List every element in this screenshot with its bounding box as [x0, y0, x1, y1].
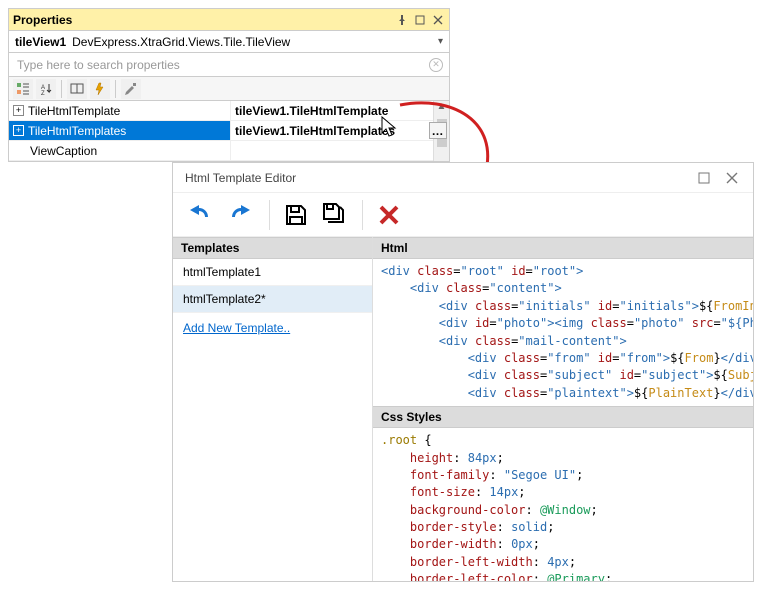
- expand-icon[interactable]: +: [13, 105, 24, 116]
- properties-titlebar: Properties: [9, 9, 449, 31]
- html-code-editor[interactable]: <div class="root" id="root"> <div class=…: [373, 259, 753, 406]
- object-name: tileView1: [15, 35, 66, 49]
- chevron-down-icon: ▾: [438, 36, 443, 47]
- property-name: TileHtmlTemplates: [28, 124, 126, 138]
- feature-browser-icon[interactable]: [67, 79, 87, 99]
- property-value[interactable]: tileView1.TileHtmlTemplate: [231, 101, 449, 120]
- property-row[interactable]: ViewCaption: [9, 141, 449, 161]
- property-name: ViewCaption: [30, 144, 97, 158]
- save-all-icon[interactable]: [322, 202, 348, 228]
- property-row[interactable]: + TileHtmlTemplate tileView1.TileHtmlTempl…: [9, 101, 449, 121]
- close-icon[interactable]: [723, 169, 741, 187]
- properties-toolbar: AZ: [9, 77, 449, 101]
- object-selector[interactable]: tileView1 DevExpress.XtraGrid.Views.Tile…: [9, 31, 449, 53]
- expand-icon[interactable]: +: [13, 125, 24, 136]
- templates-header: Templates: [173, 237, 372, 259]
- template-item[interactable]: htmlTemplate1: [173, 259, 372, 286]
- properties-panel: Properties tileView1 DevExpress.XtraGrid…: [8, 8, 450, 162]
- editor-toolbar: [173, 193, 753, 237]
- clear-search-icon[interactable]: ✕: [429, 58, 443, 72]
- template-item[interactable]: htmlTemplate2*: [173, 286, 372, 313]
- ellipsis-button[interactable]: …: [429, 122, 447, 139]
- delete-icon[interactable]: [377, 203, 401, 227]
- events-icon[interactable]: [90, 79, 110, 99]
- editor-title: Html Template Editor: [185, 171, 685, 185]
- categorized-icon[interactable]: [13, 79, 33, 99]
- css-code-editor[interactable]: .root { height: 84px; font-family: "Sego…: [373, 428, 753, 581]
- settings-icon[interactable]: [121, 79, 141, 99]
- property-row[interactable]: + TileHtmlTemplates tileView1.TileHtmlTemp…: [9, 121, 449, 141]
- search-input[interactable]: [15, 57, 429, 73]
- templates-sidebar: Templates htmlTemplate1htmlTemplate2* Ad…: [173, 237, 373, 581]
- save-icon[interactable]: [284, 203, 308, 227]
- undo-icon[interactable]: [185, 204, 213, 226]
- panel-title: Properties: [13, 13, 72, 27]
- search-row: ✕: [9, 53, 449, 77]
- property-value[interactable]: [231, 141, 449, 160]
- property-grid: ▲ +TileHtmlTemplatetileView1.TileHtmlTem…: [9, 101, 449, 161]
- alphabetical-icon[interactable]: AZ: [36, 79, 56, 99]
- property-value[interactable]: tileView1.TileHtmlTemplates…: [231, 121, 449, 140]
- close-icon[interactable]: [431, 13, 445, 27]
- html-template-editor: Html Template Editor Templates htmlTempl: [172, 162, 754, 582]
- window-state-icon[interactable]: [413, 13, 427, 27]
- editor-titlebar: Html Template Editor: [173, 163, 753, 193]
- maximize-icon[interactable]: [695, 169, 713, 187]
- html-header: Html: [373, 237, 753, 259]
- redo-icon[interactable]: [227, 204, 255, 226]
- object-type: DevExpress.XtraGrid.Views.Tile.TileView: [72, 35, 290, 49]
- svg-text:Z: Z: [41, 91, 45, 96]
- pin-icon[interactable]: [395, 13, 409, 27]
- add-new-template-link[interactable]: Add New Template..: [173, 313, 372, 343]
- property-name: TileHtmlTemplate: [28, 104, 120, 118]
- css-header: Css Styles: [373, 406, 753, 428]
